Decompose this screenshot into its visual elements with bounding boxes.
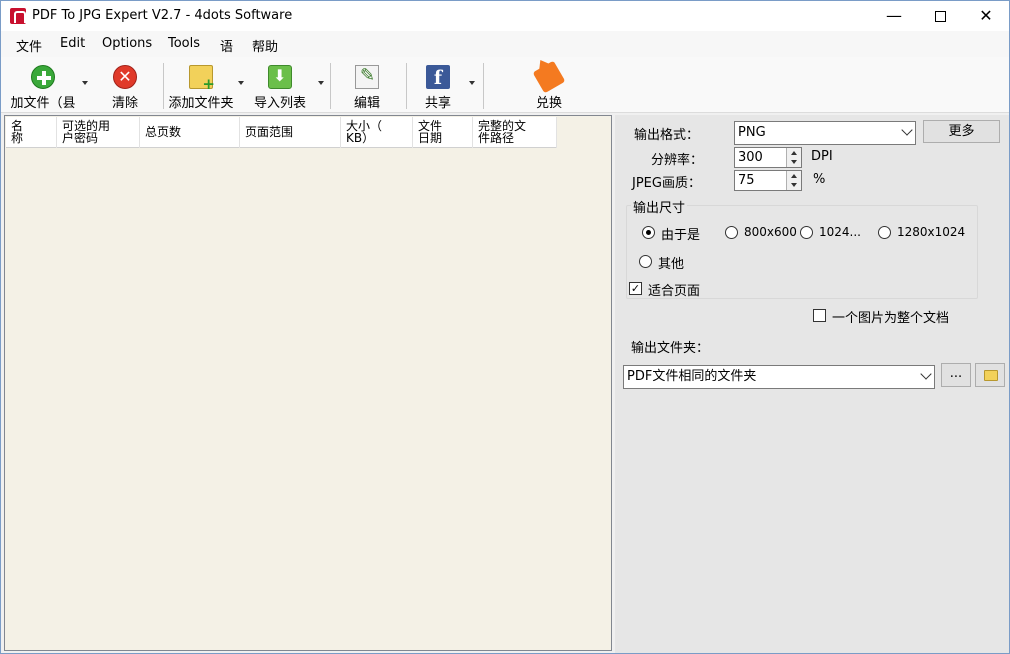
output-size-label: 输出尺寸 bbox=[631, 197, 688, 216]
fit-page-checkbox[interactable]: ✓ bbox=[629, 282, 642, 295]
add-icon bbox=[31, 65, 55, 89]
jpeg-quality-stepper[interactable]: 75 bbox=[734, 170, 802, 191]
settings-panel: 输出格式： PNG 更多 分辨率： 300 DPI JPEG画质： 75 % 输… bbox=[615, 115, 1009, 653]
convert-arrow-icon bbox=[532, 60, 566, 94]
minimize-button[interactable]: — bbox=[871, 1, 917, 31]
menu-bar: 文件 Edit Options Tools 语 帮助 bbox=[1, 31, 1009, 57]
clear-icon: ✕ bbox=[113, 65, 137, 89]
browse-folder-button[interactable]: ... bbox=[941, 363, 971, 387]
more-formats-button[interactable]: 更多 bbox=[923, 120, 1000, 143]
toolbar-separator bbox=[406, 63, 407, 109]
file-list[interactable]: 名 称 可选的用 户密码 总页数 页面范围 大小（ KB） 文件 日期 完整的文… bbox=[4, 115, 612, 651]
output-format-label: 输出格式： bbox=[634, 128, 700, 143]
output-folder-select[interactable]: PDF文件相同的文件夹 bbox=[623, 365, 935, 389]
convert-button[interactable]: 兑换 bbox=[523, 60, 575, 111]
import-list-button[interactable]: 导入列表 bbox=[249, 61, 311, 111]
size-option-original-label[interactable]: 由于是 bbox=[661, 224, 700, 243]
clear-label: 清除 bbox=[111, 96, 138, 111]
column-header-size[interactable]: 大小（ KB） bbox=[341, 117, 413, 148]
close-button[interactable]: ✕ bbox=[963, 1, 1009, 31]
convert-label: 兑换 bbox=[535, 96, 562, 111]
pdf-app-icon bbox=[10, 8, 26, 24]
column-header-name[interactable]: 名 称 bbox=[6, 117, 57, 148]
jpeg-quality-label: JPEG画质： bbox=[632, 176, 701, 191]
size-option-other-label[interactable]: 其他 bbox=[658, 253, 684, 272]
spin-up-icon bbox=[791, 174, 797, 178]
share-button[interactable]: f 共享 bbox=[413, 61, 463, 111]
folder-add-icon bbox=[189, 65, 215, 93]
maximize-icon bbox=[934, 11, 946, 22]
resolution-stepper[interactable]: 300 bbox=[734, 147, 802, 168]
spin-down-icon bbox=[791, 183, 797, 187]
output-format-select[interactable]: PNG bbox=[734, 121, 916, 145]
menu-language[interactable]: 语 bbox=[220, 36, 233, 55]
toolbar-separator bbox=[163, 63, 164, 109]
size-option-1280x1024-label[interactable]: 1280x1024 bbox=[897, 225, 965, 239]
toolbar: 加文件（县 ✕ 清除 添加文件夹 导入列表 编辑 f 共享 bbox=[1, 57, 1009, 113]
folder-icon bbox=[984, 370, 998, 381]
chevron-down-icon bbox=[901, 124, 913, 136]
jpeg-quality-value: 75 bbox=[738, 173, 755, 188]
toolbar-separator bbox=[330, 63, 331, 109]
resolution-label: 分辨率： bbox=[651, 153, 704, 168]
column-header-file-date[interactable]: 文件 日期 bbox=[413, 117, 473, 148]
edit-button[interactable]: 编辑 bbox=[341, 61, 393, 111]
import-list-dropdown-arrow[interactable] bbox=[318, 81, 324, 85]
menu-options[interactable]: Options bbox=[102, 36, 152, 51]
jpeg-quality-unit: % bbox=[813, 172, 826, 187]
jpeg-quality-spin-buttons[interactable] bbox=[786, 171, 801, 190]
spin-down-icon bbox=[791, 160, 797, 164]
size-option-original-radio[interactable] bbox=[642, 226, 655, 239]
size-option-800x600-label[interactable]: 800x600 bbox=[744, 225, 797, 239]
resolution-value: 300 bbox=[738, 150, 763, 165]
output-folder-value: PDF文件相同的文件夹 bbox=[627, 369, 757, 384]
menu-tools[interactable]: Tools bbox=[168, 36, 200, 51]
edit-icon bbox=[355, 65, 379, 89]
add-file-label: 加文件（县 bbox=[10, 96, 76, 111]
menu-file[interactable]: 文件 bbox=[16, 36, 42, 55]
file-list-header: 名 称 可选的用 户密码 总页数 页面范围 大小（ KB） 文件 日期 完整的文… bbox=[6, 117, 557, 148]
add-folder-dropdown-arrow[interactable] bbox=[238, 81, 244, 85]
one-image-per-document-label[interactable]: 一个图片为整个文档 bbox=[832, 307, 949, 326]
size-option-1280x1024-radio[interactable] bbox=[878, 226, 891, 239]
add-folder-button[interactable]: 添加文件夹 bbox=[167, 61, 235, 111]
title-bar: PDF To JPG Expert V2.7 - 4dots Software … bbox=[1, 1, 1009, 31]
output-folder-label: 输出文件夹： bbox=[631, 341, 710, 356]
resolution-spin-buttons[interactable] bbox=[786, 148, 801, 167]
share-dropdown-arrow[interactable] bbox=[469, 81, 475, 85]
size-option-800x600-radio[interactable] bbox=[725, 226, 738, 239]
one-image-per-document-checkbox[interactable] bbox=[813, 309, 826, 322]
size-option-1024-radio[interactable] bbox=[800, 226, 813, 239]
open-folder-button[interactable] bbox=[975, 363, 1005, 387]
size-option-other-radio[interactable] bbox=[639, 255, 652, 268]
facebook-icon: f bbox=[426, 65, 450, 89]
output-format-value: PNG bbox=[738, 125, 766, 140]
edit-label: 编辑 bbox=[353, 96, 380, 111]
add-file-button[interactable]: 加文件（县 bbox=[9, 61, 77, 111]
resolution-unit: DPI bbox=[811, 149, 833, 164]
menu-help[interactable]: 帮助 bbox=[252, 36, 278, 55]
toolbar-separator bbox=[483, 63, 484, 109]
chevron-down-icon bbox=[920, 368, 932, 380]
window-title: PDF To JPG Expert V2.7 - 4dots Software bbox=[32, 8, 293, 23]
size-option-1024-label[interactable]: 1024... bbox=[819, 225, 861, 239]
fit-page-label[interactable]: 适合页面 bbox=[648, 280, 700, 299]
column-header-page-range[interactable]: 页面范围 bbox=[240, 117, 341, 148]
app-window: PDF To JPG Expert V2.7 - 4dots Software … bbox=[0, 0, 1010, 654]
clear-button[interactable]: ✕ 清除 bbox=[99, 61, 151, 111]
spin-up-icon bbox=[791, 151, 797, 155]
column-header-total-pages[interactable]: 总页数 bbox=[140, 117, 240, 148]
add-folder-label: 添加文件夹 bbox=[168, 96, 234, 111]
column-header-full-path[interactable]: 完整的文 件路径 bbox=[473, 117, 557, 148]
maximize-button[interactable] bbox=[917, 1, 963, 31]
menu-edit[interactable]: Edit bbox=[60, 36, 85, 51]
column-header-password[interactable]: 可选的用 户密码 bbox=[57, 117, 140, 148]
add-file-dropdown-arrow[interactable] bbox=[82, 81, 88, 85]
import-list-label: 导入列表 bbox=[253, 96, 306, 111]
import-icon bbox=[268, 65, 292, 89]
share-label: 共享 bbox=[424, 96, 451, 111]
